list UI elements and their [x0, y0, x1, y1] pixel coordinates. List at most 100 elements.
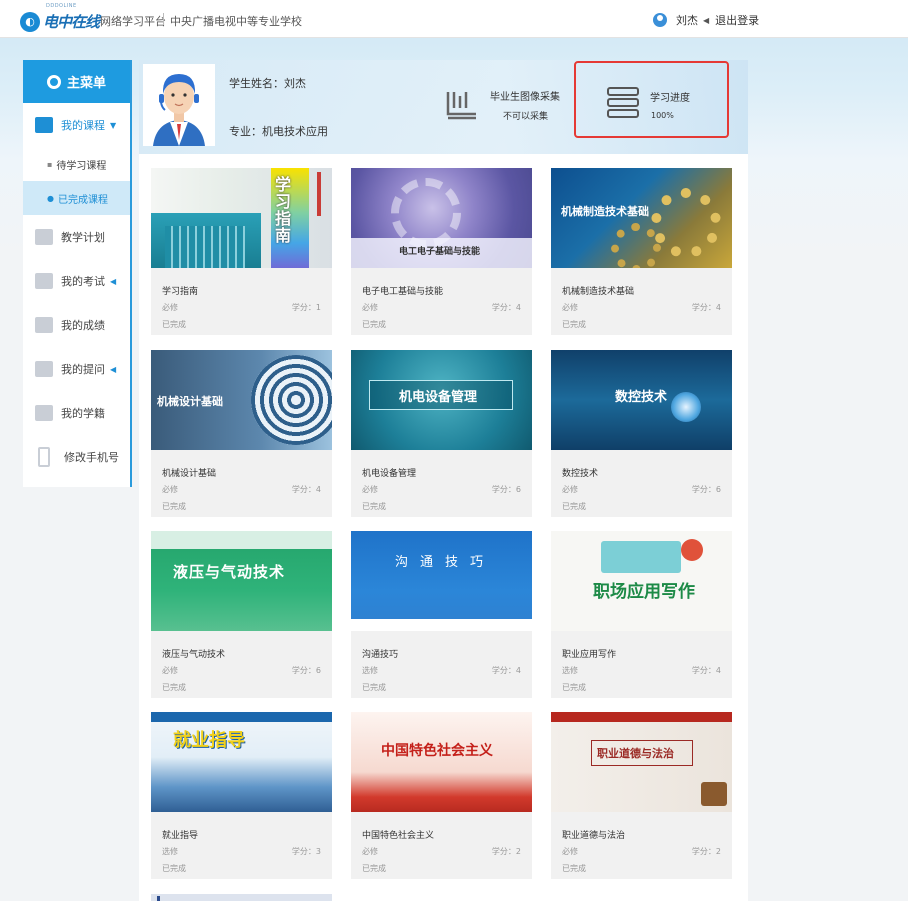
course-status: 已完成 [362, 683, 386, 692]
bullet-icon: ▪ [47, 159, 53, 169]
course-name: 职业应用写作 [562, 650, 617, 660]
course-thumbnail: 数控技术 [551, 350, 732, 450]
logo-icon: ◐ [20, 11, 40, 32]
logo-subtext: DDDOLINE [46, 3, 77, 9]
course-type: 必修 [362, 303, 378, 312]
thumbnail-text: 沟通技巧 [395, 555, 496, 570]
course-card[interactable]: 学习指南 学习指南 必修 学分：1 已完成 [151, 168, 332, 335]
photo-collection-title: 毕业生图像采集 [490, 92, 560, 103]
document-icon [35, 405, 53, 421]
sidebar-item-label: 我的课程 [61, 119, 105, 132]
school-name: 中央广播电视中等专业学校 [170, 15, 302, 28]
course-grid: 学习指南 学习指南 必修 学分：1 已完成 电工电子基础与技能 电子电工基础与技… [139, 154, 748, 901]
course-type: 必修 [362, 485, 378, 494]
sidebar-item-teaching-plan[interactable]: 教学计划 [23, 215, 130, 259]
course-card[interactable]: 电工电子基础与技能 电子电工基础与技能 必修 学分：4 已完成 [351, 168, 532, 335]
thumbnail-text: 中国特色社会主义 [381, 743, 493, 759]
sidebar-sub-label: 待学习课程 [56, 160, 107, 172]
sidebar-item-label: 我的考试 [61, 275, 105, 288]
course-status: 已完成 [362, 864, 386, 873]
course-thumbnail: 职场应用写作 [551, 531, 732, 631]
course-name: 机械设计基础 [162, 469, 217, 479]
sidebar-sub-label: 已完成课程 [57, 194, 108, 206]
course-type: 选修 [362, 666, 378, 675]
course-type: 必修 [162, 666, 178, 675]
phone-icon [38, 447, 50, 467]
camera-stand-icon [446, 92, 476, 120]
student-major: 专业：机电技术应用 [229, 125, 328, 138]
course-credit: 学分：1 [291, 303, 321, 312]
sidebar-item-my-courses[interactable]: 我的课程 ▼ [23, 103, 130, 147]
course-name: 液压与气动技术 [162, 650, 226, 660]
course-card[interactable]: 沟通技巧 沟通技巧 选修 学分：4 已完成 [351, 531, 532, 698]
sidebar-item-grades[interactable]: 我的成绩 [23, 303, 130, 347]
course-card[interactable] [151, 894, 332, 901]
course-card[interactable]: 机械制造技术基础 机械制造技术基础 必修 学分：4 已完成 [551, 168, 732, 335]
course-status: 已完成 [562, 320, 586, 329]
student-name: 学生姓名：刘杰 [229, 77, 306, 90]
course-card[interactable]: 数控技术 数控技术 必修 学分：6 已完成 [551, 350, 732, 517]
sidebar-item-label: 我的提问 [61, 363, 105, 376]
thumbnail-text: 职场应用写作 [593, 582, 695, 602]
course-credit: 学分：4 [691, 303, 721, 312]
course-name: 就业指导 [162, 831, 199, 841]
course-name: 沟通技巧 [362, 650, 399, 660]
sidebar-item-exams[interactable]: 我的考试 ◀ [23, 259, 130, 303]
course-thumbnail [157, 896, 160, 901]
study-progress-box: 学习进度 100% [574, 61, 729, 138]
sidebar-title: 主菜单 [66, 76, 106, 91]
course-type: 必修 [562, 303, 578, 312]
sidebar-sub-done[interactable]: ● 已完成课程 [23, 181, 130, 215]
course-name: 数控技术 [562, 469, 599, 479]
course-type: 必修 [562, 485, 578, 494]
course-type: 必修 [362, 847, 378, 856]
sidebar-item-status[interactable]: 我的学籍 [23, 391, 130, 435]
user-icon [653, 13, 667, 27]
course-status: 已完成 [562, 864, 586, 873]
course-credit: 学分：3 [291, 847, 321, 856]
course-card[interactable]: 液压与气动技术 液压与气动技术 必修 学分：6 已完成 [151, 531, 332, 698]
progress-icon [607, 87, 639, 118]
sidebar-item-questions[interactable]: 我的提问 ◀ [23, 347, 130, 391]
course-status: 已完成 [362, 320, 386, 329]
chevron-left-icon: ◀ [110, 276, 117, 286]
course-card[interactable]: 机电设备管理 机电设备管理 必修 学分：6 已完成 [351, 350, 532, 517]
thumbnail-text: 机械设计基础 [157, 395, 223, 408]
exam-icon [35, 273, 53, 289]
course-card[interactable]: 职业道德与法治 职业道德与法治 必修 学分：2 已完成 [551, 712, 732, 879]
logout-link[interactable]: 退出登录 [715, 12, 759, 28]
course-name: 中国特色社会主义 [362, 831, 435, 841]
course-credit: 学分：4 [691, 666, 721, 675]
course-card[interactable]: 就业指导 就业指导 选修 学分：3 已完成 [151, 712, 332, 879]
bullet-icon: ● [47, 193, 54, 203]
site-logo[interactable]: ◐ 电中在线 DDDOLINE [20, 3, 100, 32]
course-credit: 学分：6 [291, 666, 321, 675]
question-icon [35, 361, 53, 377]
course-credit: 学分：4 [491, 666, 521, 675]
course-card[interactable]: 中国特色社会主义 中国特色社会主义 必修 学分：2 已完成 [351, 712, 532, 879]
course-credit: 学分：4 [491, 303, 521, 312]
course-credit: 学分：6 [691, 485, 721, 494]
avatar [143, 64, 215, 146]
sidebar-item-label: 我的学籍 [61, 407, 105, 420]
course-thumbnail: 机电设备管理 [351, 350, 532, 450]
sidebar-item-label: 我的成绩 [61, 319, 105, 332]
caret-left-icon[interactable]: ◀ [703, 16, 709, 25]
course-card[interactable]: 机械设计基础 机械设计基础 必修 学分：4 已完成 [151, 350, 332, 517]
sidebar-item-phone[interactable]: 修改手机号 [23, 435, 130, 479]
course-card[interactable]: 职场应用写作 职业应用写作 选修 学分：4 已完成 [551, 531, 732, 698]
sidebar-header: 主菜单 [23, 60, 130, 103]
divider [163, 13, 164, 25]
course-status: 已完成 [562, 502, 586, 511]
course-name: 学习指南 [162, 287, 199, 297]
course-status: 已完成 [362, 502, 386, 511]
sidebar-sub-pending[interactable]: ▪ 待学习课程 [23, 147, 130, 181]
thumbnail-text: 液压与气动技术 [173, 563, 286, 581]
course-credit: 学分：6 [491, 485, 521, 494]
thumbnail-text: 职业道德与法治 [597, 747, 674, 760]
thumbnail-text: 机械制造技术基础 [561, 205, 649, 218]
thumbnail-text: 机电设备管理 [399, 390, 478, 405]
course-type: 选修 [162, 847, 178, 856]
sidebar-item-label: 教学计划 [61, 231, 105, 244]
user-name[interactable]: 刘杰 [676, 12, 698, 28]
